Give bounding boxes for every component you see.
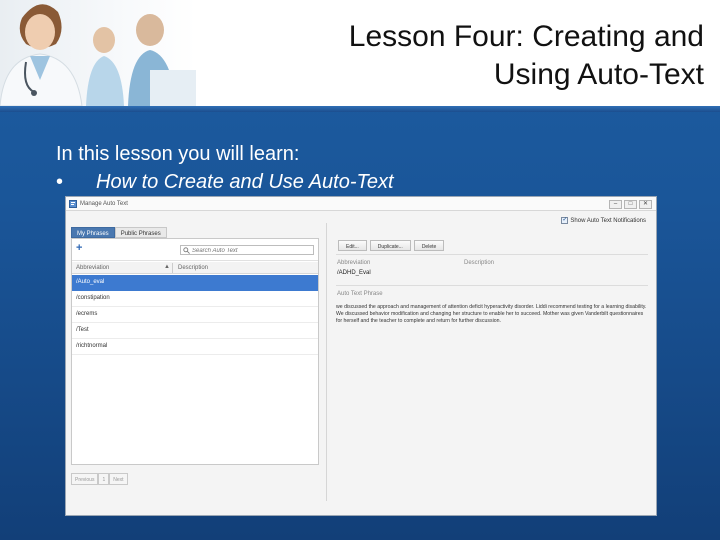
show-notifications-option[interactable]: ✓ Show Auto Text Notifications xyxy=(561,217,646,224)
intro-text: In this lesson you will learn: xyxy=(56,143,300,165)
checkbox-checked-icon[interactable]: ✓ xyxy=(561,217,569,224)
auto-text-phrase-label: Auto Text Phrase xyxy=(337,291,383,297)
list-toolbar: + xyxy=(72,239,318,261)
phrase-list-panel: + Abbreviation ▲ Description /Auto_eval … xyxy=(71,238,319,465)
window-titlebar: Manage Auto Text – □ ✕ xyxy=(66,197,656,211)
tab-public-phrases[interactable]: Public Phrases xyxy=(114,227,167,238)
header-divider xyxy=(0,106,720,112)
slide-header: Lesson Four: Creating and Using Auto-Tex… xyxy=(0,0,720,106)
edit-button[interactable]: Edit... xyxy=(338,240,367,251)
show-notifications-label: Show Auto Text Notifications xyxy=(570,217,646,224)
add-icon[interactable]: + xyxy=(76,243,82,254)
column-description[interactable]: Description xyxy=(178,265,208,271)
tab-my-phrases[interactable]: My Phrases xyxy=(71,227,115,238)
search-box[interactable] xyxy=(180,245,314,255)
lesson-intro: In this lesson you will learn: • How to … xyxy=(56,140,394,196)
list-header: Abbreviation ▲ Description xyxy=(72,262,318,274)
list-item[interactable]: /richtnormal xyxy=(72,339,318,355)
bullet-item: • How to Create and Use Auto-Text xyxy=(56,168,394,196)
close-button[interactable]: ✕ xyxy=(639,200,652,209)
title-line-2: Using Auto-Text xyxy=(493,58,704,91)
column-abbreviation[interactable]: Abbreviation xyxy=(76,265,109,271)
phrase-rows: /Auto_eval /constipation /ecrems /Test /… xyxy=(72,275,318,355)
abbreviation-value: /ADHD_Eval xyxy=(337,270,371,276)
abbreviation-label: Abbreviation xyxy=(337,260,371,266)
bullet-mark: • xyxy=(56,171,64,193)
delete-button[interactable]: Delete xyxy=(413,240,445,251)
minimize-button[interactable]: – xyxy=(609,200,622,209)
maximize-button[interactable]: □ xyxy=(624,200,637,209)
previous-button[interactable]: Previous xyxy=(71,473,99,485)
auto-text-phrase-value: we discussed the approach and management… xyxy=(336,304,647,324)
duplicate-button[interactable]: Duplicate... xyxy=(369,240,411,251)
list-item[interactable]: /ecrems xyxy=(72,307,318,323)
list-item[interactable]: /constipation xyxy=(72,291,318,307)
phrase-tabs: My Phrases Public Phrases xyxy=(71,227,167,238)
manage-auto-text-window: Manage Auto Text – □ ✕ ✓ Show Auto Text … xyxy=(65,196,657,516)
fields-divider xyxy=(336,285,648,286)
search-input[interactable] xyxy=(192,247,310,254)
sort-ascending-icon[interactable]: ▲ xyxy=(164,264,170,270)
description-label: Description xyxy=(464,260,495,266)
window-controls: – □ ✕ xyxy=(609,200,652,209)
detail-toolbar: Edit... Duplicate... Delete xyxy=(338,240,445,251)
search-icon xyxy=(183,247,190,254)
page-number: 1 xyxy=(98,473,110,485)
slide-title: Lesson Four: Creating and Using Auto-Tex… xyxy=(264,18,704,94)
list-item[interactable]: /Test xyxy=(72,323,318,339)
title-line-1: Lesson Four: Creating and xyxy=(348,20,704,53)
bullet-text: How to Create and Use Auto-Text xyxy=(96,171,394,193)
toolbar-divider xyxy=(336,254,648,255)
panel-divider xyxy=(326,223,327,501)
window-title: Manage Auto Text xyxy=(80,201,128,207)
next-button[interactable]: Next xyxy=(109,473,128,485)
medical-staff-photo xyxy=(0,0,196,106)
column-divider xyxy=(172,263,173,273)
pagination: Previous 1 Next xyxy=(71,473,128,485)
list-item[interactable]: /Auto_eval xyxy=(72,275,318,291)
app-icon xyxy=(69,200,77,208)
